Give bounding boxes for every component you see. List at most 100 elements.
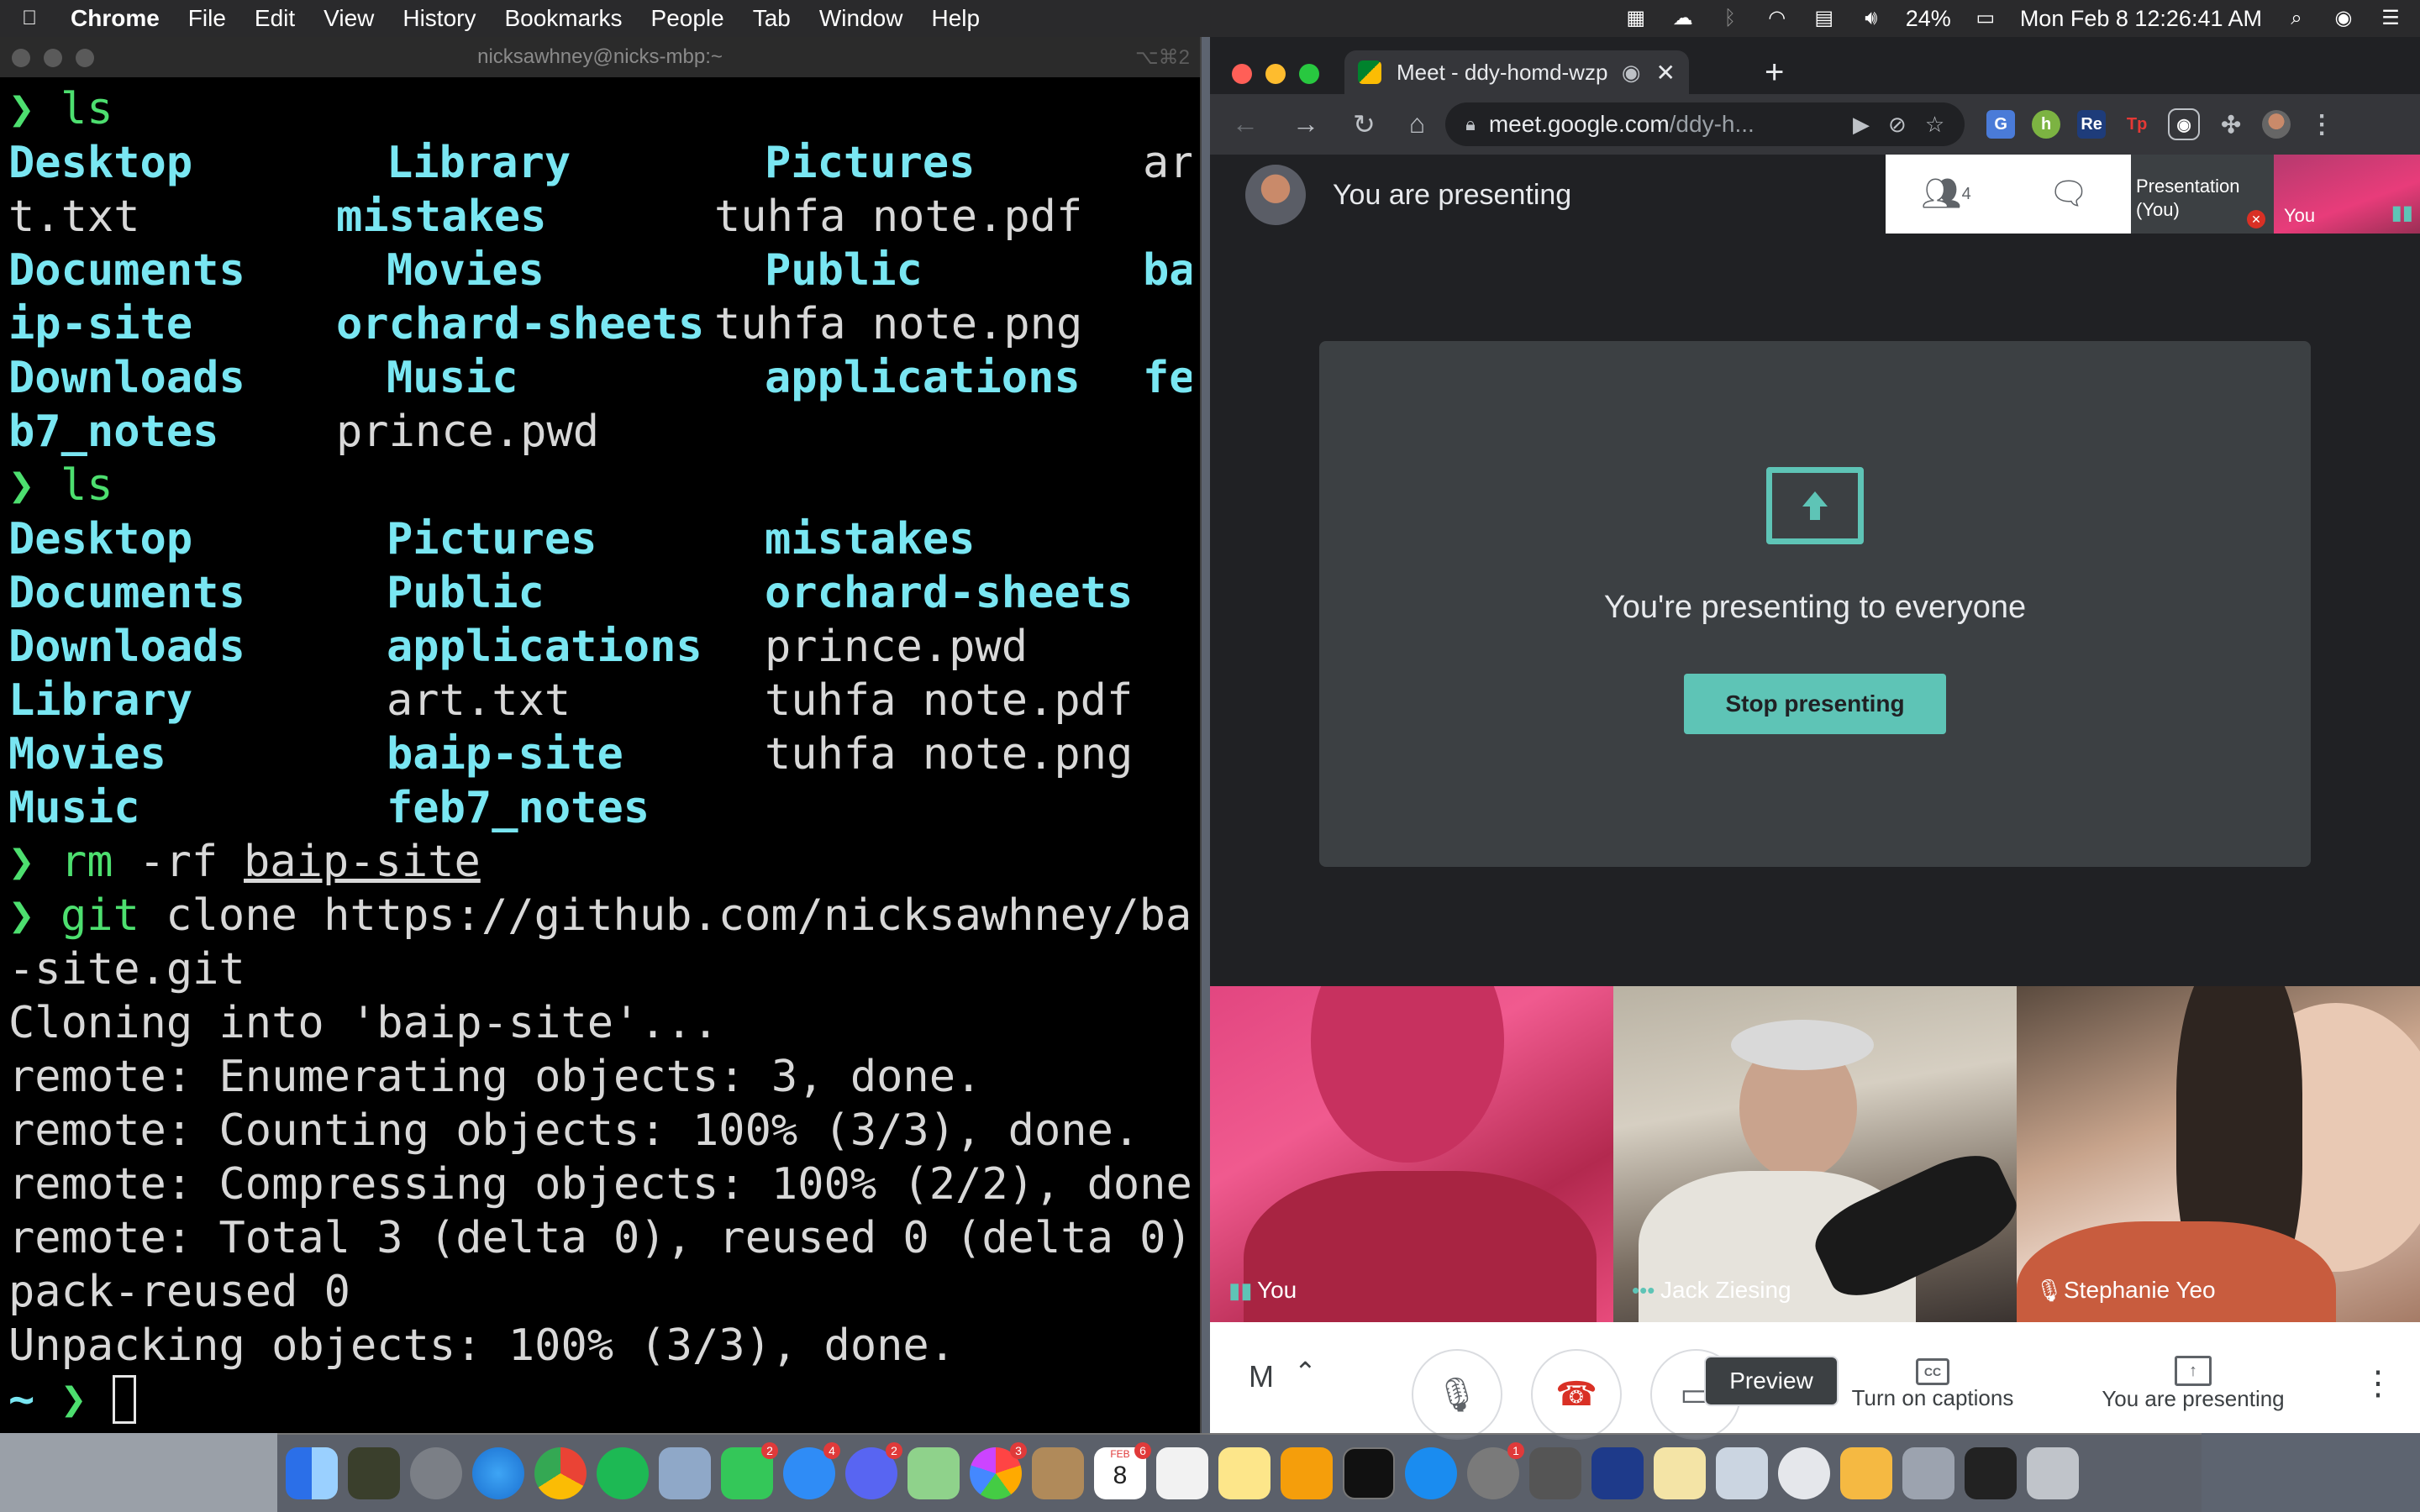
battery-icon[interactable]: ▭ [1973, 8, 1998, 29]
profile-avatar-icon[interactable] [2262, 110, 2291, 139]
address-bar[interactable]: 🔒︎ meet.google.com /ddy-h... ▶ ⊘ ☆ [1445, 102, 1965, 146]
presentation-thumbnail[interactable]: Presentation (You) ✕ [2131, 155, 2274, 234]
back-icon[interactable]: ← [1232, 108, 1259, 140]
backup-icon[interactable]: ☁ [1670, 8, 1696, 29]
extensions-puzzle-icon[interactable]: ✣ [2217, 110, 2245, 139]
siri-icon[interactable]: ◉ [2331, 8, 2356, 29]
menu-clock[interactable]: Mon Feb 8 12:26:41 AM [2020, 6, 2262, 32]
translate-extension-icon[interactable]: G [1986, 110, 2016, 139]
chrome-icon[interactable] [534, 1447, 587, 1499]
zoom-window-button[interactable] [76, 49, 94, 67]
participants-button[interactable]: 👥︎ 4 [1886, 155, 2007, 234]
menu-view[interactable]: View [324, 5, 374, 32]
minimized-window-icon[interactable] [1902, 1447, 1954, 1499]
app-store-icon[interactable] [1405, 1447, 1457, 1499]
camera-in-use-icon[interactable]: ▶ [1853, 112, 1870, 138]
menu-people[interactable]: People [651, 5, 724, 32]
lock-icon[interactable]: 🔒︎ [1465, 113, 1476, 135]
preview-icon[interactable] [1716, 1447, 1768, 1499]
participant-tile[interactable]: ▮▮ You [1210, 986, 1613, 1322]
menu-help[interactable]: Help [931, 5, 980, 32]
minimize-window-button[interactable] [44, 49, 62, 67]
zoom-window-button[interactable] [1299, 64, 1319, 84]
more-options-icon[interactable]: ⋮ [2361, 1364, 2395, 1403]
meet-header: You are presenting [1245, 165, 1571, 225]
launchpad-icon[interactable] [410, 1447, 462, 1499]
chat-button[interactable]: 🗨︎ [2008, 155, 2129, 234]
participant-name: Jack Ziesing [1660, 1277, 1791, 1303]
menu-edit[interactable]: Edit [255, 5, 295, 32]
terminal-line: remote: Counting objects: 100% (3/3), do… [8, 1104, 1192, 1158]
spotify-icon[interactable] [597, 1447, 649, 1499]
close-tab-icon[interactable]: ✕ [1656, 59, 1676, 87]
zoom-app-icon[interactable] [1591, 1447, 1644, 1499]
reminders-icon[interactable] [1156, 1447, 1208, 1499]
contacts-icon[interactable] [1032, 1447, 1084, 1499]
wifi-icon[interactable]: ◠ [1765, 8, 1790, 29]
present-now-button[interactable]: ↑ You are presenting [2092, 1356, 2294, 1412]
screenshot-icon[interactable] [1529, 1447, 1581, 1499]
captions-button[interactable]: CC Turn on captions [1840, 1356, 2025, 1411]
menu-bookmarks[interactable]: Bookmarks [504, 5, 622, 32]
close-window-button[interactable] [12, 49, 30, 67]
discord-icon[interactable]: 2 [845, 1442, 902, 1499]
readcube-extension-icon[interactable]: Re [2077, 110, 2107, 139]
system-preferences-icon[interactable]: 1 [1467, 1442, 1524, 1499]
terminal-window[interactable]: nicksawhney@nicks-mbp:~ ⌥⌘2 ❯ ls Desktop… [0, 37, 1202, 1433]
minimized-window-icon[interactable] [1965, 1447, 2017, 1499]
safari-icon[interactable] [472, 1447, 524, 1499]
terminal-icon[interactable] [1343, 1447, 1395, 1499]
menu-file[interactable]: File [188, 5, 226, 32]
new-tab-button[interactable]: + [1765, 55, 1784, 89]
notes-icon[interactable] [1218, 1447, 1270, 1499]
stickies-icon[interactable] [1654, 1447, 1706, 1499]
forward-icon[interactable]: → [1292, 108, 1319, 140]
record-extension-icon[interactable]: ◉ [2168, 108, 2201, 140]
facetime-icon[interactable]: 2 [721, 1442, 778, 1499]
activity-monitor-icon[interactable] [348, 1447, 400, 1499]
calendar-icon[interactable]: FEB 8 6 [1094, 1442, 1151, 1499]
leave-call-button[interactable]: ☎ [1531, 1349, 1622, 1440]
tp-extension-icon[interactable]: Tp [2123, 110, 2151, 139]
menu-window[interactable]: Window [819, 5, 903, 32]
meeting-details-initial[interactable]: M [1249, 1359, 1274, 1394]
chrome-menu-icon[interactable]: ⋮ [2307, 110, 2336, 139]
reload-icon[interactable]: ↻ [1353, 108, 1376, 140]
photos-icon[interactable]: 3 [970, 1442, 1027, 1499]
window-layout-icon[interactable]: ▦ [1623, 8, 1649, 29]
mail-icon[interactable] [659, 1447, 711, 1499]
terminal-cursor[interactable] [113, 1375, 136, 1424]
maps-icon[interactable] [908, 1447, 960, 1499]
home-icon[interactable]: ⌂ [1409, 108, 1425, 140]
battery-percent[interactable]: 24% [1906, 6, 1951, 32]
minimize-window-button[interactable] [1265, 64, 1286, 84]
close-window-button[interactable] [1232, 64, 1252, 84]
menu-tab[interactable]: Tab [753, 5, 791, 32]
tab-meet[interactable]: Meet - ddy-homd-wzp ◉ ✕ [1344, 50, 1689, 94]
bluetooth-icon[interactable]: ᛒ [1718, 8, 1743, 29]
messages-icon[interactable]: 4 [783, 1442, 840, 1499]
trash-icon[interactable] [2027, 1447, 2079, 1499]
spotlight-search-icon[interactable]: ⌕ [2284, 8, 2309, 29]
honey-extension-icon[interactable]: h [2032, 110, 2061, 139]
sublime-text-icon[interactable] [1281, 1447, 1333, 1499]
document-icon[interactable] [1840, 1447, 1892, 1499]
participant-tile[interactable]: 🎙︎ Stephanie Yeo [2017, 986, 2420, 1322]
self-thumbnail[interactable]: You ▮▮ [2274, 155, 2420, 234]
apple-icon[interactable]:  [17, 8, 42, 29]
bookmark-star-icon[interactable]: ☆ [1925, 112, 1944, 138]
menu-history[interactable]: History [402, 5, 476, 32]
notification-center-icon[interactable]: ☰ [2378, 8, 2403, 29]
flag-icon[interactable]: ▤ [1812, 8, 1837, 29]
microphone-button[interactable]: 🎙︎ [1412, 1349, 1502, 1440]
participant-tile[interactable]: ••• Jack Ziesing [1613, 986, 2017, 1322]
disk-utility-icon[interactable] [1778, 1447, 1830, 1499]
volume-icon[interactable]: 🔊︎ [1859, 8, 1884, 29]
finder-icon[interactable] [286, 1447, 338, 1499]
tracking-blocked-icon[interactable]: ⊘ [1888, 112, 1907, 138]
calendar-day: 8 [1113, 1462, 1128, 1489]
terminal-output[interactable]: ❯ ls Desktop Library Pictures ar t.txt m… [0, 77, 1200, 1426]
menu-app-name[interactable]: Chrome [71, 5, 160, 32]
chevron-up-icon[interactable]: ⌃ [1294, 1356, 1317, 1388]
stop-presenting-button[interactable]: Stop presenting [1684, 674, 1946, 734]
